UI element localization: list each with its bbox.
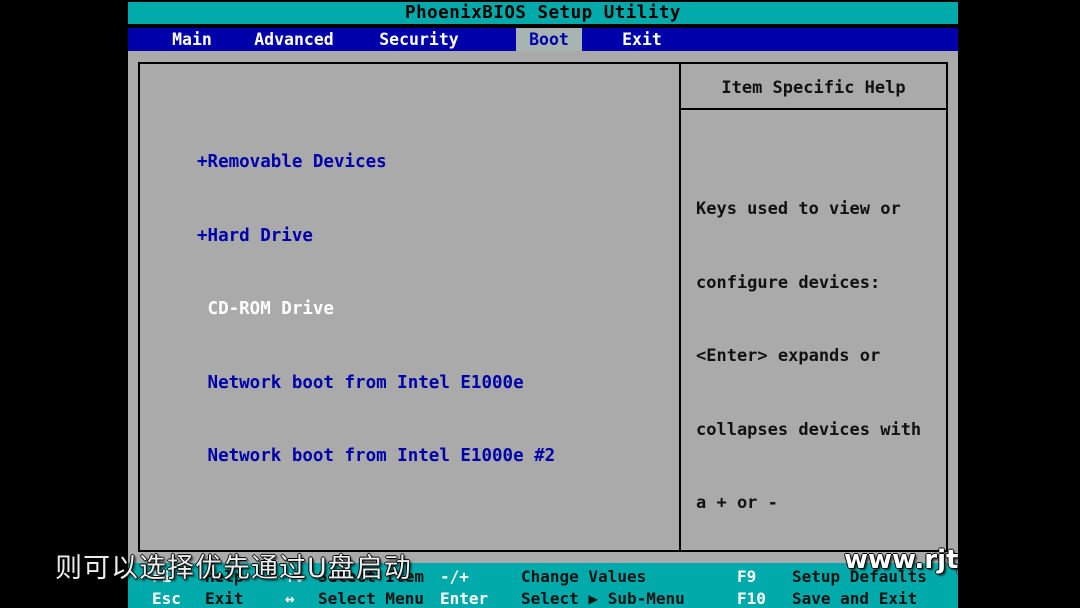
watermark-text: www.rjtj xyxy=(844,545,958,575)
content-frame: +Removable Devices +Hard Drive CD-ROM Dr… xyxy=(138,62,948,587)
key-leftright-icon: ↔ xyxy=(285,589,295,608)
boot-item-cdrom-drive[interactable]: CD-ROM Drive xyxy=(197,297,555,322)
key-esc-label: Exit xyxy=(205,589,244,608)
boot-item-network-boot-1[interactable]: Network boot from Intel E1000e xyxy=(197,371,555,396)
tab-exit[interactable]: Exit xyxy=(614,28,670,51)
key-enter: Enter xyxy=(440,589,489,608)
page-title: PhoenixBIOS Setup Utility xyxy=(405,3,681,23)
boot-device-list: +Removable Devices +Hard Drive CD-ROM Dr… xyxy=(197,101,555,518)
subtitle-overlay: 则可以选择优先通过U盘启动 xyxy=(55,553,412,584)
tab-main[interactable]: Main xyxy=(164,28,220,51)
help-panel-title: Item Specific Help xyxy=(681,64,946,110)
tab-security[interactable]: Security xyxy=(374,28,464,51)
boot-item-hard-drive[interactable]: +Hard Drive xyxy=(197,224,555,249)
key-f10: F10 xyxy=(737,589,766,608)
boot-item-network-boot-2[interactable]: Network boot from Intel E1000e #2 xyxy=(197,444,556,469)
video-frame: PhoenixBIOS Setup Utility Main Advanced … xyxy=(0,0,1080,608)
help-line: collapses devices with xyxy=(696,419,922,440)
key-f10-label: Save and Exit xyxy=(792,589,918,608)
help-panel: Item Specific Help Keys used to view or … xyxy=(679,64,946,587)
help-line: Keys used to view or xyxy=(696,199,901,219)
help-line: configure devices: xyxy=(696,272,881,293)
tab-boot[interactable]: Boot xyxy=(516,28,582,51)
title-bar: PhoenixBIOS Setup Utility xyxy=(128,2,958,24)
help-panel-body: Keys used to view or configure devices: … xyxy=(681,110,946,608)
key-leftright-label: Select Menu xyxy=(318,589,424,608)
bios-screen: PhoenixBIOS Setup Utility Main Advanced … xyxy=(128,0,958,608)
key-f9: F9 xyxy=(737,567,757,586)
tab-advanced[interactable]: Advanced xyxy=(250,28,338,51)
key-esc: Esc xyxy=(152,589,181,608)
help-line: <Enter> expands or xyxy=(696,346,881,366)
key-minusplus: -/+ xyxy=(440,567,469,586)
key-enter-label: Select ▶ Sub-Menu xyxy=(521,589,685,608)
boot-item-removable-devices[interactable]: +Removable Devices xyxy=(197,150,555,175)
menu-bar: Main Advanced Security Boot Exit xyxy=(128,28,958,51)
help-line: a + or - xyxy=(696,493,778,513)
key-minusplus-label: Change Values xyxy=(521,567,647,586)
